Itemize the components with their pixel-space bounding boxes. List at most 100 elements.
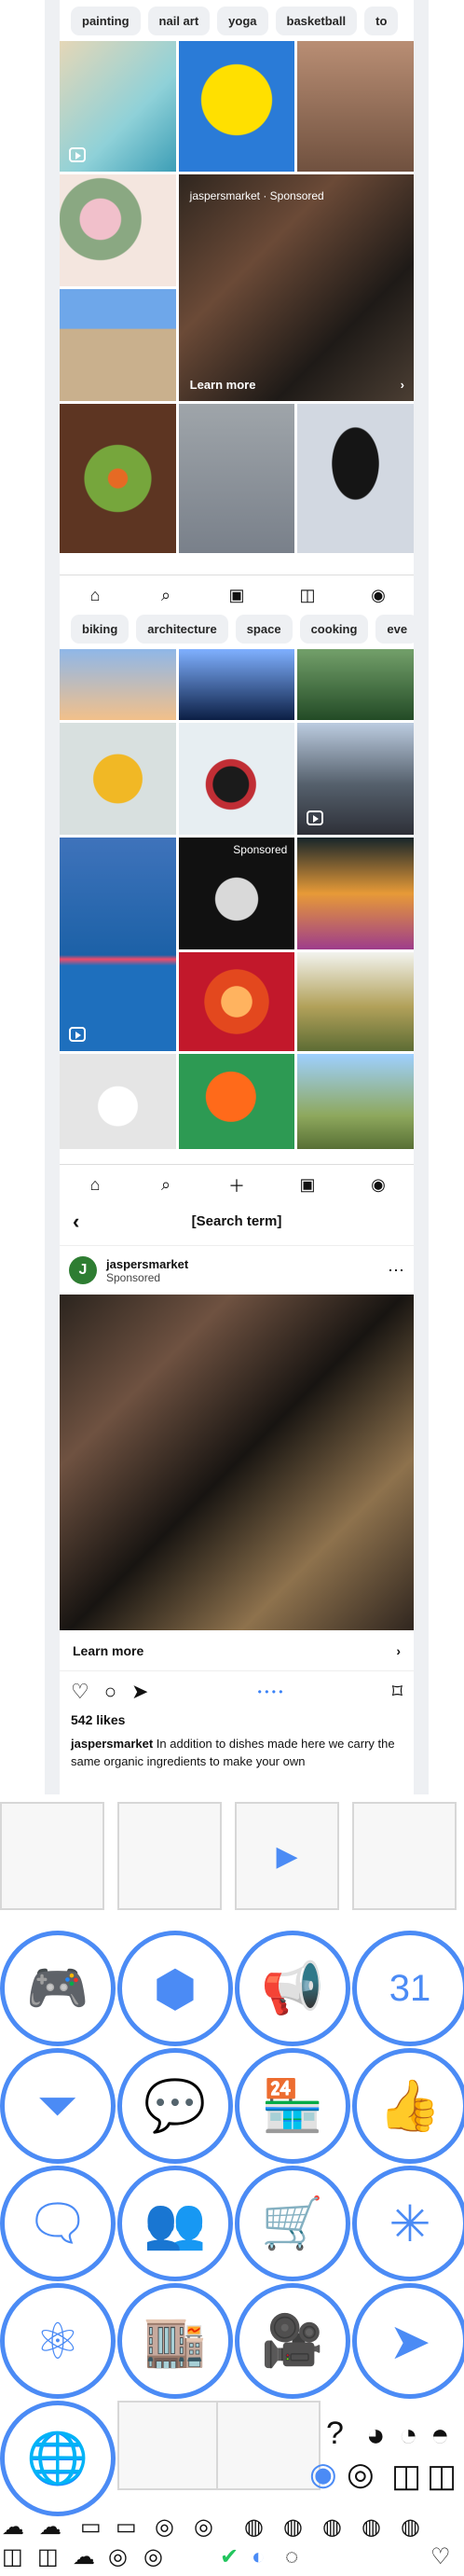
chip-basketball[interactable]: basketball — [275, 6, 358, 35]
search-icon[interactable]: ⌕ — [155, 585, 177, 607]
caption-username[interactable]: jaspersmarket — [71, 1737, 153, 1751]
post-header: J jaspersmarket Sponsored ⋯ — [60, 1246, 414, 1295]
create-icon[interactable]: ＋ — [225, 1174, 248, 1197]
chip-biking[interactable]: biking — [71, 614, 130, 644]
grid-tile-salad[interactable] — [60, 404, 176, 553]
cart-icon: 🛒 — [235, 2166, 350, 2281]
back-arrow-icon[interactable]: ‹ — [73, 1210, 79, 1234]
grid-tile-yellow-figure[interactable] — [178, 41, 295, 172]
post-username[interactable]: jaspersmarket — [106, 1257, 188, 1271]
globe-icon: 🌐 — [0, 2401, 116, 2516]
chip-architecture[interactable]: architecture — [136, 614, 228, 644]
search-icon[interactable]: ⌕ — [155, 1174, 177, 1197]
layout-corner-icon — [352, 1802, 457, 1910]
home-icon[interactable]: ⌂ — [84, 1174, 106, 1197]
layout-frame-icon — [117, 1802, 222, 1910]
grid-tile-cactus[interactable] — [297, 1054, 414, 1149]
whatsapp-icon-2: ◎ — [194, 2514, 213, 2540]
video-play-icon: ▶ — [235, 1802, 339, 1910]
topic-chips: painting nail art yoga basketball to — [60, 0, 414, 41]
shop-person-icon: 🏬 — [117, 2283, 233, 2399]
hub-icon: ✳ — [352, 2166, 464, 2281]
reels-icon — [69, 147, 86, 162]
cube-icon: ⬢ — [117, 1931, 233, 2046]
reels-icon-road — [307, 810, 324, 825]
filter-icon: ⏷ — [0, 2048, 116, 2164]
user-outline-icon-3: ◓ — [430, 2417, 450, 2453]
whatsapp-icon-row: ◎ — [143, 2544, 163, 2569]
grid-tile-beach[interactable] — [60, 41, 176, 172]
grid-tile-ocean[interactable] — [60, 838, 176, 1051]
grid-tile-colorful-lady[interactable] — [297, 838, 414, 949]
threads-icon: ▭ — [80, 2514, 102, 2540]
grid-tile-arch[interactable] — [60, 289, 176, 401]
facebook-icon-2: ◍ — [283, 2514, 303, 2540]
message-icon: 🗨 — [0, 2166, 116, 2281]
profile-icon[interactable]: ◉ — [367, 585, 389, 607]
avatar[interactable]: J — [69, 1256, 97, 1284]
chip-cooking[interactable]: cooking — [299, 614, 369, 644]
chip-partial[interactable]: to — [364, 6, 399, 35]
instagram-icon-row-2: ◫ — [37, 2544, 59, 2569]
page-title: [Search term] — [191, 1213, 282, 1229]
grid-tile-skaters[interactable] — [178, 404, 295, 553]
grid-tile-red-hands[interactable] — [178, 952, 295, 1051]
chip-partial-middle[interactable]: eve — [375, 614, 414, 644]
grid-tile-yellow-coat[interactable] — [60, 723, 176, 835]
calendar-day: 31 — [389, 1967, 431, 2009]
threads-icon-2: ▭ — [116, 2514, 137, 2540]
grid-tile-basketball[interactable] — [178, 1054, 295, 1149]
threads-icon-row: ◎ — [108, 2544, 128, 2569]
grid-tile-trees[interactable] — [297, 649, 414, 720]
learn-more-row[interactable]: Learn more › — [60, 1630, 414, 1671]
sponsored-watch-ad[interactable]: Sponsored — [178, 838, 295, 949]
grid-tile-friends[interactable] — [178, 649, 295, 720]
grid-tile-black-dog[interactable] — [297, 404, 414, 553]
learn-more-overlay[interactable]: Learn more — [190, 378, 256, 392]
grid-tile-road[interactable] — [297, 723, 414, 835]
grid-tile-grass[interactable] — [297, 952, 414, 1051]
bookmark-icon[interactable]: ⌑ — [392, 1680, 403, 1704]
chip-nail-art[interactable]: nail art — [147, 6, 211, 35]
messenger-icon-2: ☁ — [39, 2514, 61, 2540]
instagram-icon-row: ◫ — [2, 2544, 23, 2569]
question-mark-icon: ? — [326, 2416, 344, 2451]
facebook-icon-4: ◍ — [362, 2514, 381, 2540]
atom-icon: ⚛ — [0, 2283, 116, 2399]
chip-yoga[interactable]: yoga — [217, 6, 268, 35]
carousel-dots: • • • • — [257, 1685, 283, 1698]
comment-icon[interactable]: ○ — [104, 1680, 116, 1704]
chip-painting[interactable]: painting — [71, 6, 141, 35]
explore-grid-top: jaspersmarket · Sponsored Learn more › — [60, 41, 414, 553]
home-icon[interactable]: ⌂ — [84, 585, 106, 607]
like-icon[interactable]: ♡ — [71, 1680, 89, 1704]
facebook-icon-3: ◍ — [322, 2514, 342, 2540]
storefront-icon: 🏪 — [235, 2048, 350, 2164]
more-options-icon[interactable]: ⋯ — [388, 1261, 404, 1281]
sponsored-food-ad[interactable]: jaspersmarket · Sponsored Learn more › — [178, 174, 414, 401]
chip-space[interactable]: space — [235, 614, 293, 644]
facebook-icon-5: ◍ — [401, 2514, 420, 2540]
grid-tile-puppy[interactable] — [60, 1054, 176, 1149]
likes-count: 542 likes — [71, 1712, 126, 1727]
share-icon[interactable]: ➤ — [131, 1680, 148, 1704]
reels-tab-icon[interactable]: ▣ — [296, 1174, 319, 1197]
layout-panel-icon — [0, 1802, 104, 1910]
thumbs-up-icon: 👍 — [352, 2048, 464, 2164]
grid-tile-flowers[interactable] — [60, 174, 176, 286]
post-image[interactable] — [60, 1295, 414, 1630]
group-circle-icon-2: ◎ — [347, 2457, 375, 2492]
profile-icon[interactable]: ◉ — [367, 1174, 389, 1197]
sponsor-label: jaspersmarket · Sponsored — [189, 189, 324, 202]
chevron-right-icon: › — [400, 378, 404, 392]
grid-tile-person-dog[interactable] — [297, 41, 414, 172]
grid-tile-snow-dog[interactable] — [178, 723, 295, 835]
shop-icon[interactable]: ◫ — [296, 585, 319, 607]
heart-icon: ♡ — [430, 2544, 451, 2569]
group-circle-icon: ◉ — [309, 2457, 337, 2492]
reels-tab-icon[interactable]: ▣ — [225, 585, 248, 607]
grid-tile-hand[interactable] — [60, 649, 176, 720]
instagram-icon-2: ◫ — [427, 2458, 457, 2494]
explore-grid-middle: Sponsored — [60, 649, 414, 1149]
video-camera-icon: 🎥 — [235, 2283, 350, 2399]
